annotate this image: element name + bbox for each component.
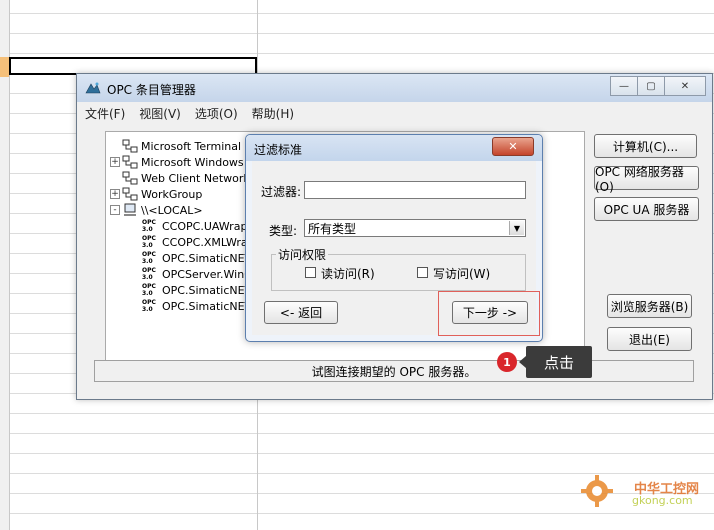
network-icon <box>122 139 138 153</box>
browse-server-button[interactable]: 浏览服务器(B) <box>607 294 692 318</box>
tree-item-label: CCOPC.UAWrap <box>162 219 248 233</box>
computer-button[interactable]: 计算机(C)... <box>594 134 697 158</box>
click-callout: 点击 <box>519 346 592 378</box>
read-access-label: 读访问(R) <box>321 267 375 281</box>
opc-server-icon: OPC 3.0 <box>142 299 156 313</box>
tree-item[interactable]: - \\<LOCAL> <box>110 202 203 218</box>
exit-button[interactable]: 退出(E) <box>607 327 692 351</box>
opc-server-icon: OPC 3.0 <box>142 235 156 249</box>
gear-icon <box>581 475 613 507</box>
caption-buttons: — ▢ ✕ <box>610 76 706 96</box>
network-icon <box>122 155 138 169</box>
row-header <box>0 0 10 530</box>
minimize-button[interactable]: — <box>610 76 638 96</box>
highlight-box <box>438 291 540 336</box>
opc-server-icon: OPC 3.0 <box>142 251 156 265</box>
network-icon <box>122 171 138 185</box>
maximize-icon: ▢ <box>646 80 656 92</box>
filter-label: 过滤器: <box>261 185 302 199</box>
tree-item-label: CCOPC.XMLWrap <box>162 235 255 249</box>
type-select-value: 所有类型 <box>308 221 357 236</box>
menu-bar: 文件(F) 视图(V) 选项(O) 帮助(H) <box>77 102 712 124</box>
tree-item-label: OPC.SimaticNET. <box>162 251 254 265</box>
tree-item[interactable]: OPC 3.0 OPC.SimaticNET. <box>142 298 253 314</box>
write-access-label: 写访问(W) <box>433 267 491 281</box>
network-icon <box>122 187 138 201</box>
row-header-selected <box>0 57 9 77</box>
back-button[interactable]: <- 返回 <box>264 301 338 324</box>
computer-icon <box>124 203 136 216</box>
opc-network-server-button[interactable]: OPC 网络服务器(O) <box>594 165 699 194</box>
tree-item[interactable]: OPC 3.0 OPC.SimaticNET. <box>142 250 253 266</box>
tree-item-label: OPC.SimaticNET. <box>162 283 254 297</box>
menu-options[interactable]: 选项(O) <box>195 105 238 122</box>
app-icon <box>85 82 101 94</box>
write-access-checkbox[interactable] <box>417 267 428 278</box>
opc-server-icon: OPC 3.0 <box>142 219 156 233</box>
tree-item[interactable]: + WorkGroup <box>110 186 202 202</box>
read-access-checkbox[interactable] <box>305 267 316 278</box>
watermark-logo: 中华工控网 gkong.com <box>580 466 710 526</box>
tree-item[interactable]: OPC 3.0 OPCServer.WinC <box>142 266 252 282</box>
opc-ua-server-button[interactable]: OPC UA 服务器 <box>594 197 699 221</box>
close-button[interactable]: ✕ <box>664 76 706 96</box>
window-title: OPC 条目管理器 <box>107 83 196 97</box>
tree-item[interactable]: Web Client Network <box>110 170 250 186</box>
tree-item[interactable]: + Microsoft Windows N <box>110 154 255 170</box>
tree-item-label: WorkGroup <box>141 187 203 201</box>
tree-item[interactable]: OPC 3.0 CCOPC.XMLWrap <box>142 234 255 250</box>
tree-item-label: \\<LOCAL> <box>141 203 203 217</box>
close-icon: ✕ <box>508 140 518 153</box>
tree-item[interactable]: OPC 3.0 OPC.SimaticNET. <box>142 282 253 298</box>
tree-item-label: Web Client Network <box>141 171 250 185</box>
step-badge: 1 <box>497 352 517 372</box>
tree-item-label: Microsoft Windows N <box>141 155 256 169</box>
collapse-icon[interactable]: - <box>110 205 120 215</box>
tree-item-label: OPC.SimaticNET. <box>162 299 254 313</box>
menu-help[interactable]: 帮助(H) <box>252 105 294 122</box>
dialog-title: 过滤标准 <box>254 143 303 157</box>
type-label: 类型: <box>269 224 298 238</box>
dialog-close-button[interactable]: ✕ <box>492 137 534 156</box>
chevron-down-icon[interactable]: ▼ <box>509 221 524 235</box>
filter-input[interactable] <box>304 181 526 199</box>
menu-file[interactable]: 文件(F) <box>85 105 125 122</box>
tree-item[interactable]: Microsoft Terminal Se <box>110 138 258 154</box>
opc-server-icon: OPC 3.0 <box>142 267 156 281</box>
type-select[interactable]: 所有类型 ▼ <box>304 219 526 237</box>
title-bar[interactable]: OPC 条目管理器 — ▢ ✕ <box>77 74 712 102</box>
expand-icon[interactable]: + <box>110 189 120 199</box>
status-bar: 试图连接期望的 OPC 服务器。 <box>94 360 694 382</box>
maximize-button[interactable]: ▢ <box>637 76 665 96</box>
expand-icon[interactable]: + <box>110 157 120 167</box>
watermark-url: gkong.com <box>632 494 693 507</box>
menu-view[interactable]: 视图(V) <box>139 105 181 122</box>
access-rights-label: 访问权限 <box>276 246 329 263</box>
minimize-icon: — <box>619 80 629 92</box>
tree-item-label: Microsoft Terminal Se <box>141 139 259 153</box>
close-icon: ✕ <box>680 80 690 92</box>
dialog-title-bar[interactable]: 过滤标准 ✕ <box>246 135 542 161</box>
tree-item[interactable]: OPC 3.0 CCOPC.UAWrap <box>142 218 247 234</box>
opc-server-icon: OPC 3.0 <box>142 283 156 297</box>
tree-item-label: OPCServer.WinC <box>162 267 252 281</box>
